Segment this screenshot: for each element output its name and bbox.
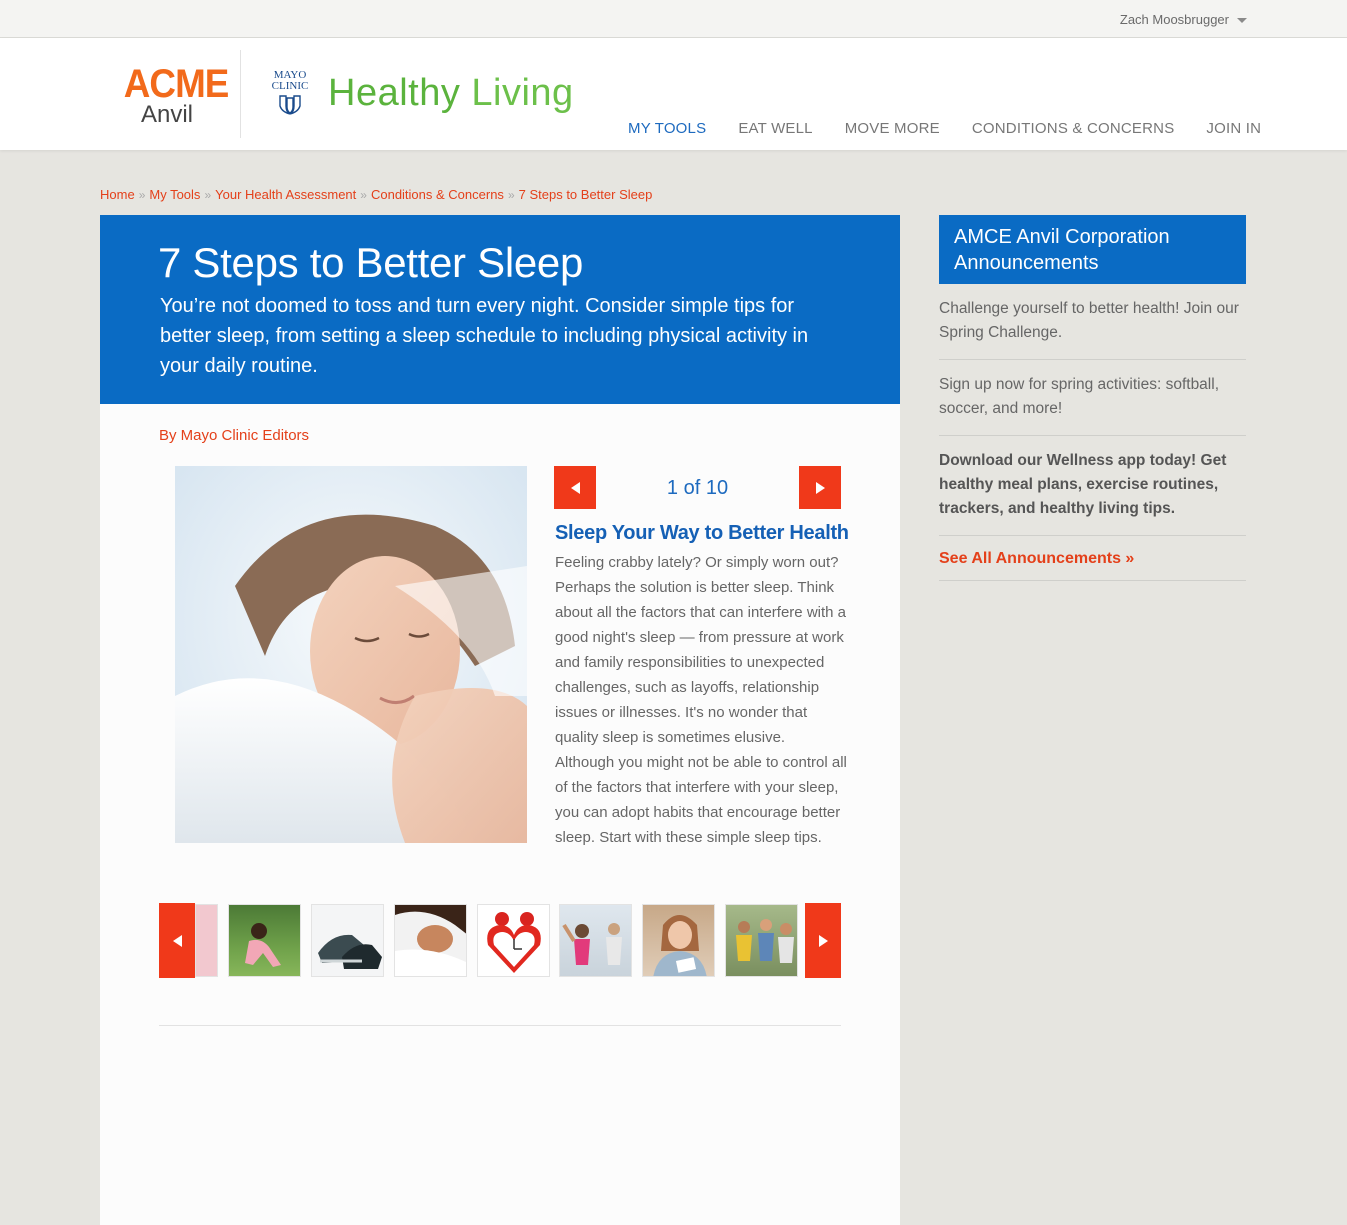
content-divider bbox=[159, 1025, 841, 1026]
woman-tablet-image bbox=[653, 915, 707, 976]
brand-living: Living bbox=[471, 72, 574, 114]
announcements-sidebar: AMCE Anvil Corporation Announcements Cha… bbox=[939, 215, 1246, 581]
breadcrumb-health-assessment[interactable]: Your Health Assessment bbox=[215, 187, 356, 202]
breadcrumb-separator-icon: » bbox=[360, 187, 367, 202]
article-title: 7 Steps to Better Sleep bbox=[158, 239, 584, 286]
article-hero: 7 Steps to Better Sleep You’re not doome… bbox=[100, 215, 900, 404]
announcement-item[interactable]: Challenge yourself to better health! Joi… bbox=[939, 284, 1246, 360]
thumbnails-prev-button[interactable] bbox=[159, 903, 195, 978]
breadcrumb-home[interactable]: Home bbox=[100, 187, 135, 202]
nav-my-tools[interactable]: MY TOOLS bbox=[628, 120, 706, 137]
see-all-announcements-link[interactable]: See All Announcements » bbox=[939, 536, 1246, 581]
exercise-class-image bbox=[562, 923, 622, 965]
nav-conditions-concerns[interactable]: CONDITIONS & CONCERNS bbox=[972, 120, 1175, 137]
main-nav: MY TOOLS EAT WELL MOVE MORE CONDITIONS &… bbox=[628, 120, 1261, 137]
breadcrumb-separator-icon: » bbox=[204, 187, 212, 202]
thumbnail-sleeping[interactable] bbox=[394, 904, 467, 977]
breadcrumb: Home » My Tools » Your Health Assessment… bbox=[100, 187, 652, 202]
arrow-left-icon bbox=[570, 481, 580, 494]
arrow-right-icon bbox=[815, 481, 825, 494]
thumbnail-sneakers[interactable] bbox=[311, 904, 384, 977]
mayo-clinic-logo[interactable]: MAYO CLINIC bbox=[266, 70, 314, 119]
nav-eat-well[interactable]: EAT WELL bbox=[738, 120, 812, 137]
breadcrumb-conditions[interactable]: Conditions & Concerns bbox=[371, 187, 504, 202]
thumbnail-woman-tablet[interactable] bbox=[642, 904, 715, 977]
thumbnail-exercise-class[interactable] bbox=[559, 904, 632, 977]
healthy-living-brand[interactable]: Healthy Living bbox=[328, 72, 574, 115]
article-card: 7 Steps to Better Sleep You’re not doome… bbox=[100, 215, 900, 1225]
nav-join-in[interactable]: JOIN IN bbox=[1206, 120, 1261, 137]
mayo-shield-icon bbox=[279, 95, 301, 115]
slide-pager: 1 of 10 bbox=[554, 466, 841, 509]
next-slide-button[interactable] bbox=[799, 466, 841, 509]
breadcrumb-separator-icon: » bbox=[138, 187, 146, 202]
breadcrumb-current: 7 Steps to Better Sleep bbox=[518, 187, 653, 202]
acme-anvil-logo[interactable]: ACME Anvil bbox=[120, 62, 230, 128]
header-divider bbox=[240, 50, 241, 138]
user-bar: Zach Moosbrugger bbox=[0, 0, 1347, 38]
announcements-heading: AMCE Anvil Corporation Announcements bbox=[939, 215, 1246, 284]
site-header: ACME Anvil MAYO CLINIC Healthy Living MY… bbox=[0, 38, 1347, 150]
thumbnail-partial[interactable] bbox=[195, 904, 218, 977]
clinic-text: CLINIC bbox=[271, 80, 309, 92]
slide-title: Sleep Your Way to Better Health bbox=[555, 522, 849, 544]
breadcrumb-separator-icon: » bbox=[507, 187, 515, 202]
slide-body: Feeling crabby lately? Or simply worn ou… bbox=[555, 554, 847, 846]
stretching-image bbox=[245, 923, 281, 967]
thumbnail-stretching[interactable] bbox=[228, 904, 301, 977]
sleeping-woman-image bbox=[175, 466, 527, 843]
logo-acme-text: ACME bbox=[123, 62, 230, 106]
thumbnail-alarm-clock[interactable] bbox=[477, 904, 550, 977]
slide-photo bbox=[175, 466, 527, 843]
sneakers-image bbox=[318, 934, 382, 969]
article-byline[interactable]: By Mayo Clinic Editors bbox=[159, 427, 309, 444]
article-intro: You’re not doomed to toss and turn every… bbox=[160, 295, 809, 377]
breadcrumb-my-tools[interactable]: My Tools bbox=[149, 187, 200, 202]
nav-move-more[interactable]: MOVE MORE bbox=[845, 120, 940, 137]
arrow-right-icon bbox=[818, 934, 828, 947]
username: Zach Moosbrugger bbox=[1119, 12, 1229, 27]
arrow-left-icon bbox=[172, 934, 182, 947]
announcement-item[interactable]: Download our Wellness app today! Get hea… bbox=[939, 436, 1246, 536]
thumbnail-strip bbox=[159, 903, 841, 978]
user-menu[interactable]: Zach Moosbrugger bbox=[1120, 12, 1247, 27]
prev-slide-button[interactable] bbox=[554, 466, 596, 509]
chevron-down-icon bbox=[1237, 18, 1247, 23]
brand-healthy: Healthy bbox=[328, 72, 461, 114]
thumbnails-next-button[interactable] bbox=[805, 903, 841, 978]
announcement-item[interactable]: Sign up now for spring activities: softb… bbox=[939, 360, 1246, 436]
sleeping-image bbox=[395, 905, 466, 976]
alarm-clock-image bbox=[487, 912, 541, 973]
runners-image bbox=[736, 919, 794, 963]
thumbnail-runners[interactable] bbox=[725, 904, 798, 977]
slide-counter: 1 of 10 bbox=[666, 477, 729, 499]
